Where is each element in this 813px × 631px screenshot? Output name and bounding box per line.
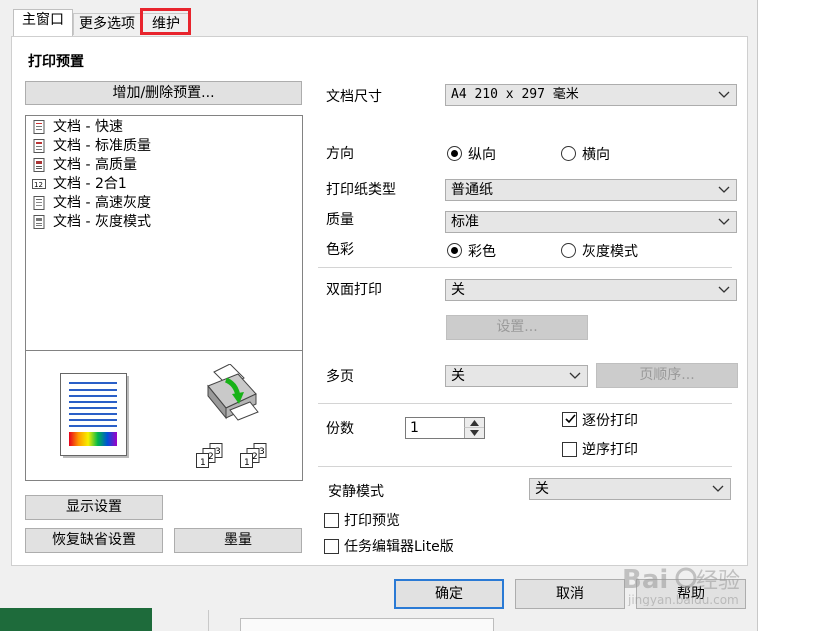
svg-text:3: 3 [259,447,265,457]
collate-pages-icon: 3 2 1 [240,443,267,468]
duplex-label: 双面打印 [326,282,382,298]
ink-levels-button[interactable]: 墨量 [174,528,302,553]
copies-stepper[interactable]: 1 [405,417,485,439]
page-order-button[interactable]: 页顺序... [596,363,738,388]
tab-label: 主窗口 [22,12,64,28]
svg-text:3: 3 [215,447,221,457]
job-arranger-checkbox[interactable] [324,539,339,554]
grayscale-option-label: 灰度模式 [582,244,638,260]
paper-type-select[interactable]: 普通纸 [445,179,737,201]
increment-button[interactable] [464,418,484,428]
paper-size-label: 文档尺寸 [326,89,382,105]
portrait-radio[interactable] [447,146,462,161]
restore-defaults-button[interactable]: 恢复缺省设置 [25,528,163,553]
document-high-quality-icon [33,158,45,172]
color-label: 色彩 [326,242,354,258]
decrement-button[interactable] [464,428,484,438]
svg-text:1: 1 [244,458,250,468]
collate-pages-icon: 3 2 1 [196,443,223,468]
reverse-order-checkbox[interactable] [562,442,577,457]
preset-label: 文档 - 高质量 [53,157,137,173]
document-grayscale-fast-icon [33,196,45,210]
document-standard-icon [33,139,45,153]
tab-more-options[interactable]: 更多选项 [73,13,141,35]
chevron-down-icon [718,218,730,225]
presets-heading: 打印预置 [28,54,84,70]
tab-highlight-box [140,8,191,35]
multipage-label: 多页 [326,369,354,385]
paper-size-select[interactable]: A4 210 x 297 毫米 [445,84,737,106]
ok-button[interactable]: 确定 [394,579,504,609]
quality-label: 质量 [326,212,354,228]
duplex-value: 关 [451,282,465,298]
document-fast-icon [33,120,45,134]
collate-checkbox[interactable] [562,412,577,427]
divider [318,403,732,404]
divider [318,466,732,467]
add-remove-presets-button[interactable]: 增加/删除预置... [25,81,302,105]
orientation-label: 方向 [326,146,354,162]
two-in-one-icon: 12 [32,179,46,189]
color-radio[interactable] [447,243,462,258]
page-preview-icon [60,373,129,458]
multipage-select[interactable]: 关 [445,365,588,387]
portrait-label: 纵向 [468,147,496,163]
chevron-down-icon [718,286,730,293]
svg-text:12: 12 [34,181,43,189]
paper-type-value: 普通纸 [451,182,493,198]
chevron-down-icon [718,91,730,98]
paper-type-label: 打印纸类型 [326,182,396,198]
paper-size-value: A4 210 x 297 毫米 [451,87,579,102]
checkmark-icon [565,414,576,424]
background-green-strip [0,608,152,631]
copies-value: 1 [410,420,419,436]
chevron-down-icon [569,372,581,379]
multipage-value: 关 [451,368,465,384]
tab-main-window[interactable]: 主窗口 [13,9,73,37]
print-preview-checkbox[interactable] [324,513,339,528]
print-preview-label: 打印预览 [344,513,400,529]
copies-label: 份数 [326,421,354,437]
duplex-settings-button[interactable]: 设置... [446,315,588,340]
grayscale-radio[interactable] [561,243,576,258]
quality-select[interactable]: 标准 [445,211,737,233]
background-panel-edge [240,618,494,631]
preset-list[interactable]: 文档 - 快速 文档 - 标准质量 文档 - 高质量 12 文档 - 2合1 文… [25,115,303,351]
preset-label: 文档 - 快速 [53,119,123,135]
quiet-mode-value: 关 [535,481,549,497]
show-settings-button[interactable]: 显示设置 [25,495,163,520]
triangle-down-icon [470,430,479,436]
reverse-order-label: 逆序打印 [582,442,638,458]
landscape-radio[interactable] [561,146,576,161]
collate-label: 逐份打印 [582,413,638,429]
print-preview-area: 3 2 1 3 2 1 [25,350,303,481]
tab-label: 更多选项 [79,16,135,32]
help-button[interactable]: 帮助 [636,579,746,609]
preset-label: 文档 - 灰度模式 [53,214,151,230]
cancel-button[interactable]: 取消 [515,579,625,609]
landscape-label: 横向 [582,147,610,163]
chevron-down-icon [718,186,730,193]
background-area [758,0,813,631]
preset-label: 文档 - 标准质量 [53,138,151,154]
color-option-label: 彩色 [468,244,496,260]
quality-value: 标准 [451,214,479,230]
svg-text:1: 1 [200,458,206,468]
quiet-mode-label: 安静模式 [328,484,384,500]
job-arranger-label: 任务编辑器Lite版 [344,539,454,555]
preset-label: 文档 - 高速灰度 [53,195,151,211]
quiet-mode-select[interactable]: 关 [529,478,731,500]
triangle-up-icon [470,420,479,426]
document-grayscale-icon [33,215,45,229]
printer-icon [207,364,259,421]
duplex-select[interactable]: 关 [445,279,737,301]
chevron-down-icon [712,485,724,492]
background-divider [208,610,209,631]
divider [318,267,732,268]
preset-label: 文档 - 2合1 [53,176,127,192]
